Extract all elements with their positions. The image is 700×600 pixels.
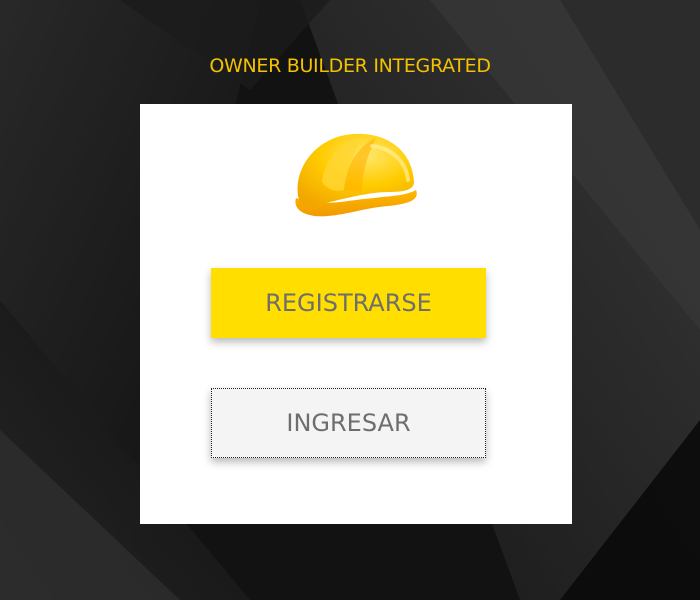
register-button[interactable]: REGISTRARSE xyxy=(211,268,486,338)
app-title: OWNER BUILDER INTEGRATED xyxy=(209,55,491,77)
login-card: REGISTRARSE INGRESAR xyxy=(140,104,572,524)
hard-hat-icon xyxy=(295,133,417,217)
login-screen: OWNER BUILDER INTEGRATED REGISTRARSE ING… xyxy=(0,0,700,600)
login-button[interactable]: INGRESAR xyxy=(211,388,486,458)
